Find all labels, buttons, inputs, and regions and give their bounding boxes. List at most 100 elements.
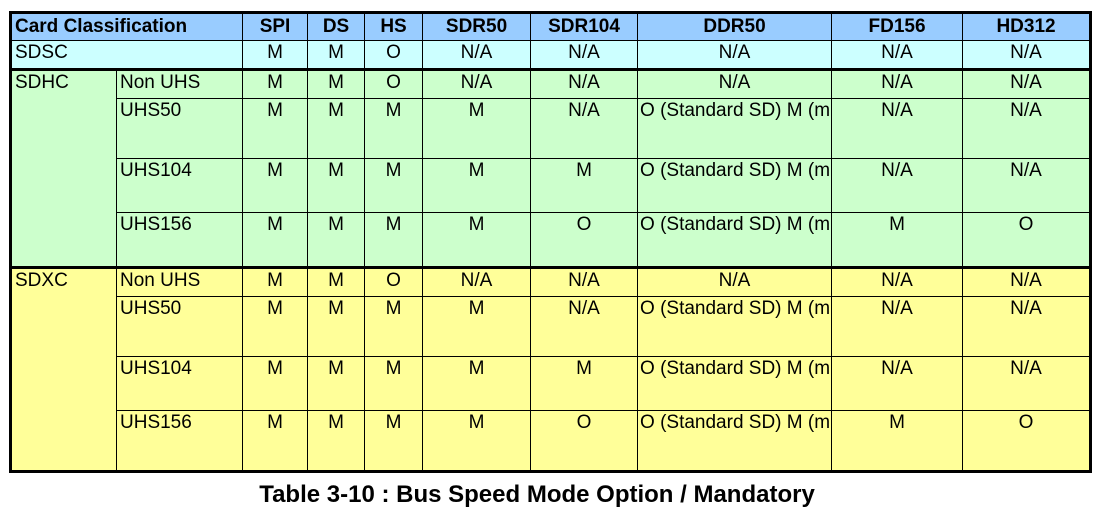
- header-spi: SPI: [242, 12, 309, 41]
- cell-sdr104: N/A: [530, 68, 639, 99]
- cell-ddr50: O (Standard SD) M (microSD): [637, 212, 833, 268]
- cell-spi: M: [242, 98, 309, 159]
- cell-fd156: N/A: [831, 98, 964, 159]
- table-row-sdsc: SDSC M M O N/A N/A N/A N/A N/A: [9, 40, 1092, 70]
- header-row: Card Classification SPI DS HS SDR50 SDR1…: [9, 12, 1092, 41]
- header-fd156: FD156: [831, 12, 964, 41]
- card-class-label: SDHC: [10, 68, 117, 268]
- table-row: SDHC Non UHS M M O N/A N/A N/A N/A N/A: [10, 68, 1092, 268]
- cell-sdr104: M: [530, 158, 639, 213]
- sub-class-label: UHS156: [115, 410, 244, 472]
- cell-hs: M: [364, 98, 424, 159]
- cell-sdr50: N/A: [422, 266, 532, 297]
- cell-sdr104: N/A: [530, 296, 639, 357]
- table-row: UHS156 M M M M O O (Standard SD) M (micr…: [11, 410, 1092, 472]
- cell-ddr50: N/A: [637, 266, 833, 297]
- cell-sdr104: N/A: [530, 40, 639, 70]
- header-hd312: HD312: [962, 12, 1092, 41]
- sub-class-label: UHS50: [115, 296, 244, 357]
- cell-ddr50: O (Standard SD) M (microSD): [637, 158, 833, 213]
- card-class-label: SDXC: [10, 266, 117, 472]
- cell-sdr104: N/A: [530, 266, 639, 297]
- cell-sdr104: M: [530, 356, 639, 411]
- cell-fd156: M: [831, 212, 964, 268]
- cell-hs: M: [364, 356, 424, 411]
- cell-sdr50: M: [422, 212, 532, 268]
- header-ds: DS: [307, 12, 366, 41]
- cell-ds: M: [307, 266, 366, 297]
- cell-sdr50: M: [422, 158, 532, 213]
- cell-spi: M: [242, 68, 309, 99]
- sub-class-label: UHS156: [115, 212, 244, 268]
- cell-hd312: N/A: [962, 266, 1092, 297]
- cell-hs: O: [364, 266, 424, 297]
- cell-hd312: N/A: [962, 356, 1092, 411]
- table-row: UHS156 M M M M O O (Standard SD) M (micr…: [11, 212, 1092, 268]
- cell-sdr104: O: [530, 410, 639, 472]
- cell-ddr50: O (Standard SD) M (microSD): [637, 296, 833, 357]
- cell-fd156: N/A: [831, 356, 964, 411]
- table-row: SDXC Non UHS M M O N/A N/A N/A N/A N/A: [10, 266, 1092, 472]
- header-card-classification: Card Classification: [9, 12, 244, 41]
- sub-class-label: Non UHS: [115, 68, 244, 99]
- table-caption: Table 3-10 : Bus Speed Mode Option / Man…: [259, 481, 815, 508]
- cell-sdr50: N/A: [422, 40, 532, 70]
- cell-ddr50: O (Standard SD) M (microSD): [637, 98, 833, 159]
- cell-ds: M: [307, 98, 366, 159]
- cell-ddr50: N/A: [637, 40, 833, 70]
- cell-fd156: N/A: [831, 266, 964, 297]
- cell-fd156: N/A: [831, 68, 964, 99]
- cell-hs: M: [364, 296, 424, 357]
- cell-spi: M: [242, 212, 309, 268]
- cell-hd312: N/A: [962, 98, 1092, 159]
- table-row: UHS104 M M M M M O (Standard SD) M (micr…: [11, 158, 1092, 213]
- table-row: UHS50 M M M M N/A O (Standard SD) M (mic…: [11, 296, 1092, 357]
- cell-ds: M: [307, 40, 366, 70]
- cell-ds: M: [307, 158, 366, 213]
- sub-class-label: UHS104: [115, 356, 244, 411]
- cell-hd312: N/A: [962, 40, 1092, 70]
- cell-hd312: N/A: [962, 158, 1092, 213]
- cell-sdr104: N/A: [530, 98, 639, 159]
- cell-hs: O: [364, 40, 424, 70]
- cell-sdr50: M: [422, 98, 532, 159]
- cell-spi: M: [242, 296, 309, 357]
- header-sdr104: SDR104: [530, 12, 639, 41]
- cell-hs: M: [364, 212, 424, 268]
- cell-hd312: N/A: [962, 68, 1092, 99]
- cell-ds: M: [307, 410, 366, 472]
- cell-ds: M: [307, 212, 366, 268]
- cell-ds: M: [307, 356, 366, 411]
- cell-ddr50: O (Standard SD) M (microSD): [637, 356, 833, 411]
- cell-ddr50: O (Standard SD) M (microSD): [637, 410, 833, 472]
- card-class-label: SDSC: [9, 40, 244, 70]
- sub-class-label: UHS50: [115, 98, 244, 159]
- cell-spi: M: [242, 40, 309, 70]
- cell-fd156: M: [831, 410, 964, 472]
- sub-class-label: UHS104: [115, 158, 244, 213]
- cell-sdr50: M: [422, 356, 532, 411]
- cell-sdr104: O: [530, 212, 639, 268]
- sub-class-label: Non UHS: [115, 266, 244, 297]
- cell-fd156: N/A: [831, 296, 964, 357]
- cell-ds: M: [307, 296, 366, 357]
- header-hs: HS: [364, 12, 424, 41]
- cell-spi: M: [242, 266, 309, 297]
- cell-hd312: O: [962, 212, 1092, 268]
- header-ddr50: DDR50: [637, 12, 833, 41]
- table-row: UHS104 M M M M M O (Standard SD) M (micr…: [11, 356, 1092, 411]
- header-sdr50: SDR50: [422, 12, 532, 41]
- table-row: UHS50 M M M M N/A O (Standard SD) M (mic…: [11, 98, 1092, 159]
- cell-hs: M: [364, 158, 424, 213]
- cell-sdr50: N/A: [422, 68, 532, 99]
- cell-hd312: N/A: [962, 296, 1092, 357]
- cell-sdr50: M: [422, 296, 532, 357]
- cell-sdr50: M: [422, 410, 532, 472]
- bus-speed-mode-table: Card Classification SPI DS HS SDR50 SDR1…: [9, 11, 1093, 473]
- cell-spi: M: [242, 158, 309, 213]
- cell-hs: O: [364, 68, 424, 99]
- cell-ddr50: N/A: [637, 68, 833, 99]
- cell-fd156: N/A: [831, 158, 964, 213]
- cell-hd312: O: [962, 410, 1092, 472]
- cell-hs: M: [364, 410, 424, 472]
